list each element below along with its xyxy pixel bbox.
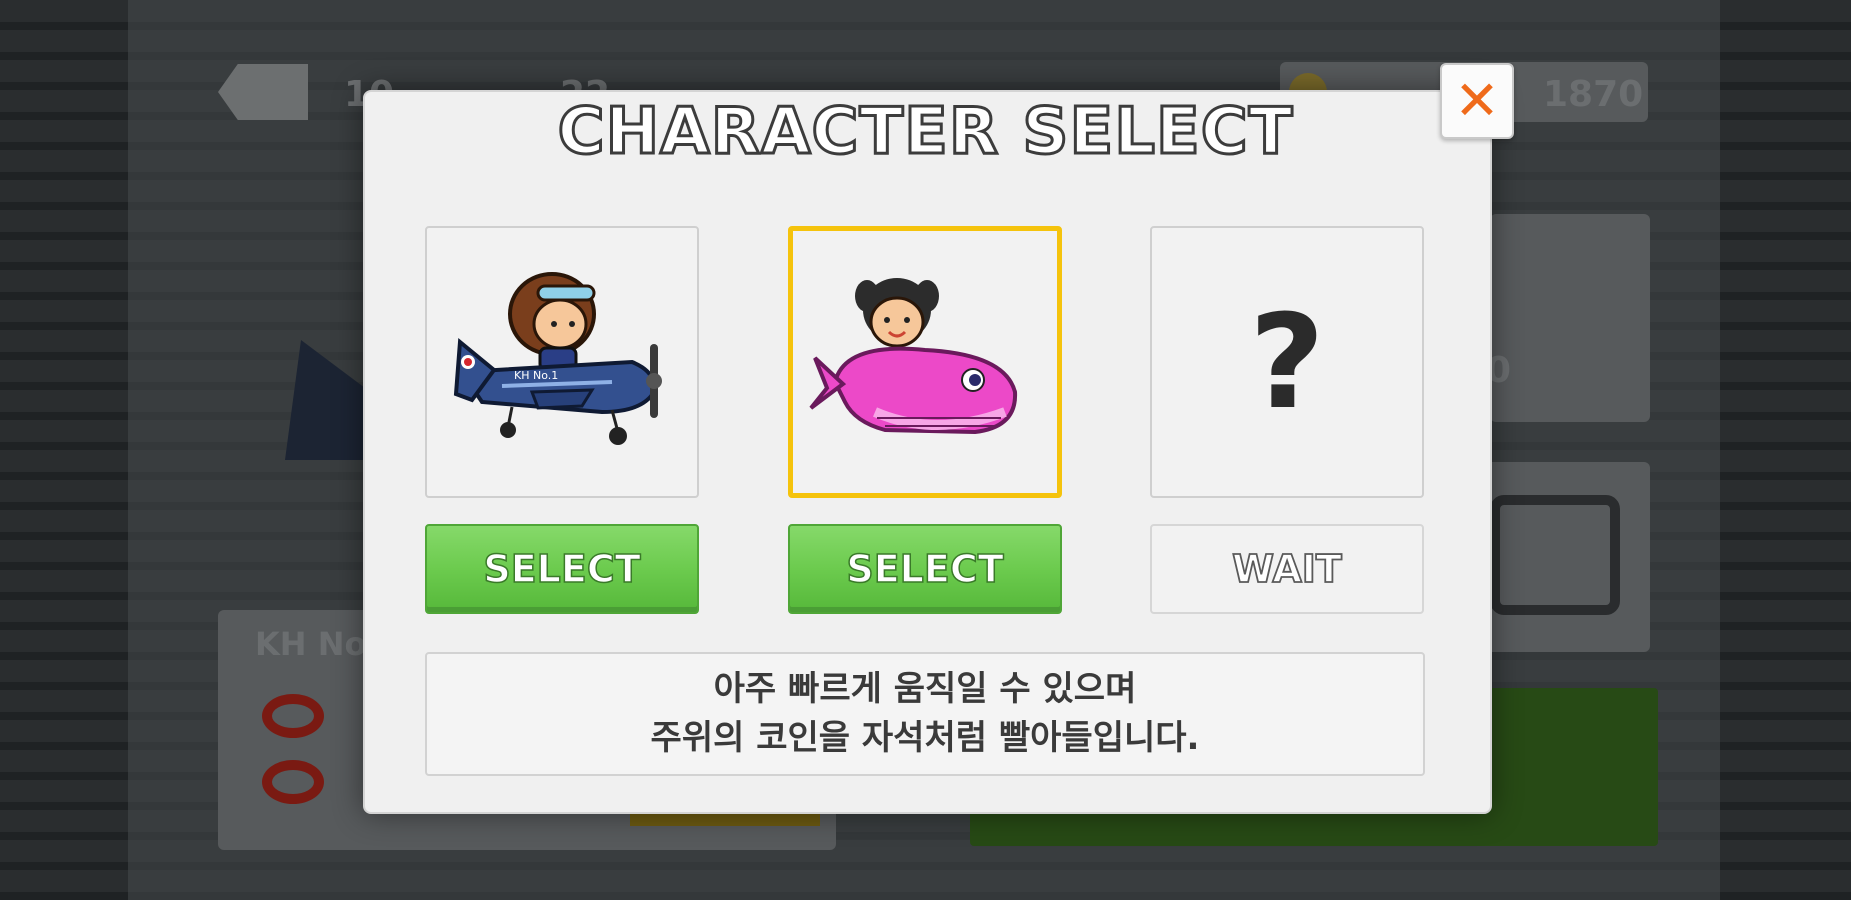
background-plane-label: KH No [255, 625, 367, 663]
character-card-pilot[interactable]: KH No.1 [425, 226, 699, 498]
close-button[interactable]: ✕ [1440, 63, 1514, 139]
girl-riding-pink-whale-icon [809, 278, 1018, 435]
background-ring-icon [262, 760, 324, 804]
character-description: 아주 빠르게 움직일 수 있으며 주위의 코인을 자석처럼 빨아들입니다. [425, 652, 1425, 776]
description-line-1: 아주 빠르게 움직일 수 있으며 [713, 668, 1137, 709]
plane-text: KH No.1 [514, 369, 558, 382]
pilot-boy-blue-plane-icon: KH No.1 [453, 272, 662, 445]
dialog-title: CHARACTER SELECT [556, 95, 1294, 169]
character-card-whale[interactable] [788, 226, 1062, 498]
character-card-locked[interactable]: ? [1150, 226, 1424, 498]
select-button-pilot[interactable]: SELECT [425, 524, 699, 614]
select-button-whale[interactable]: SELECT [788, 524, 1062, 614]
close-x-icon: ✕ [1454, 69, 1500, 132]
background-trophy-icon [1490, 495, 1620, 615]
background-right-panel [1490, 214, 1650, 422]
description-line-2: 주위의 코인을 자석처럼 빨아들입니다. [650, 718, 1200, 758]
background-ring-icon [262, 694, 324, 738]
question-mark-icon: ? [1249, 286, 1325, 438]
wait-button-locked[interactable]: WAIT [1150, 524, 1424, 614]
